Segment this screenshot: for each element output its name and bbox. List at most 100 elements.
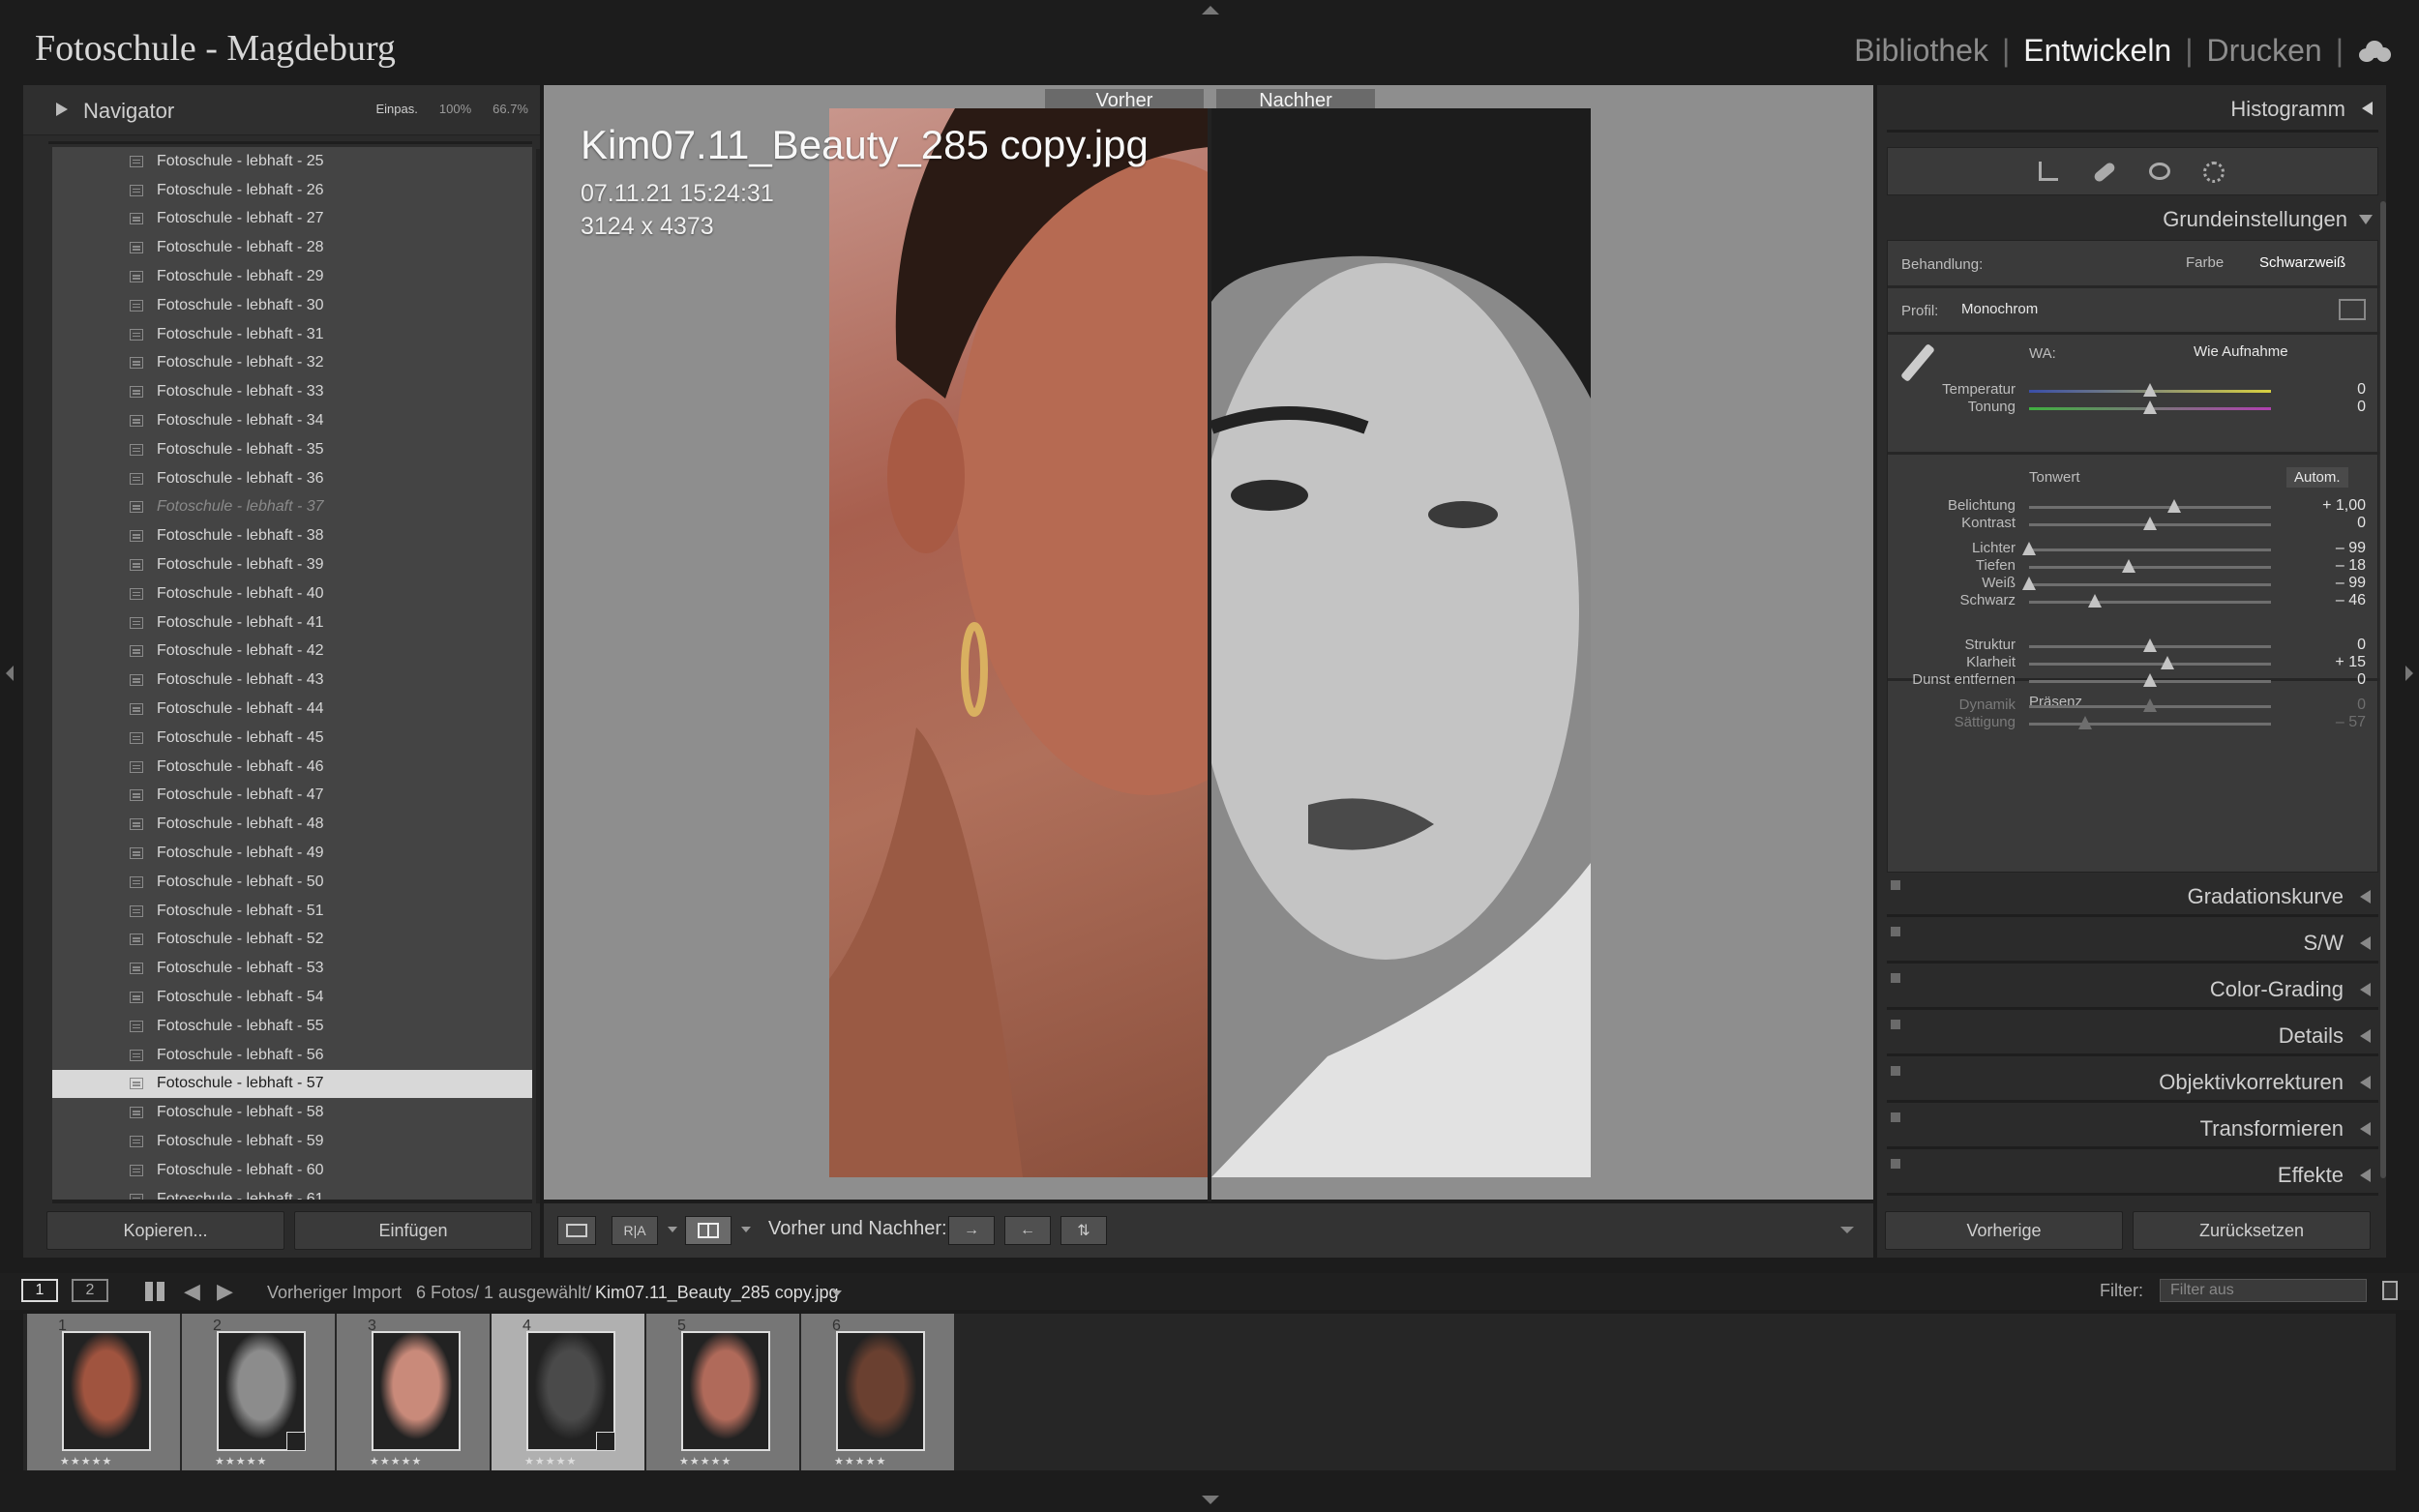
- thumbnail-image[interactable]: [372, 1331, 461, 1451]
- filmstrip-cell[interactable]: 6 ★★★★★: [801, 1314, 954, 1470]
- slider-thumb[interactable]: [2143, 638, 2157, 652]
- slider-thumb[interactable]: [2022, 577, 2036, 590]
- preset-item[interactable]: Fotoschule - lebhaft - 40: [52, 579, 532, 608]
- preset-item[interactable]: Fotoschule - lebhaft - 57: [52, 1069, 532, 1099]
- compare-view-button[interactable]: R|A: [612, 1216, 658, 1245]
- slider-track[interactable]: [2029, 506, 2271, 509]
- slider-thumb[interactable]: [2087, 594, 2102, 608]
- preset-item[interactable]: Fotoschule - lebhaft - 29: [52, 262, 532, 291]
- filmstrip-cell[interactable]: 4 ★★★★★: [492, 1314, 644, 1470]
- current-file[interactable]: Kim07.11_Beauty_285 copy.jpg: [595, 1283, 839, 1303]
- red-eye-icon[interactable]: [2149, 163, 2170, 180]
- previous-button[interactable]: Vorherige: [1885, 1211, 2123, 1250]
- thumbnail-rating[interactable]: ★★★★★: [60, 1455, 112, 1468]
- thumbnail-rating[interactable]: ★★★★★: [524, 1455, 577, 1468]
- back-icon[interactable]: ◀: [184, 1279, 200, 1304]
- thumbnail-rating[interactable]: ★★★★★: [370, 1455, 422, 1468]
- filmstrip-cell[interactable]: 2 ★★★★★: [182, 1314, 335, 1470]
- thumbnail-image[interactable]: [836, 1331, 925, 1451]
- slider-thumb[interactable]: [2022, 542, 2036, 555]
- split-dropdown-icon[interactable]: [741, 1227, 751, 1232]
- section-expand-icon[interactable]: [2360, 1076, 2371, 1089]
- right-scroll-track[interactable]: [2380, 201, 2386, 1178]
- forward-icon[interactable]: ▶: [217, 1279, 233, 1304]
- thumbnail-image[interactable]: [62, 1331, 151, 1451]
- slider-value[interactable]: 0: [2288, 697, 2366, 714]
- preset-item[interactable]: Fotoschule - lebhaft - 33: [52, 377, 532, 406]
- slider-thumb[interactable]: [2167, 499, 2181, 513]
- section-toggle-switch[interactable]: [1891, 927, 1900, 936]
- filter-select[interactable]: Filter aus: [2160, 1279, 2367, 1302]
- filter-lock-icon[interactable]: [2382, 1281, 2398, 1300]
- expand-navigator-icon[interactable]: [56, 103, 68, 116]
- treatment-color-option[interactable]: Farbe: [2186, 254, 2224, 271]
- slider-thumb[interactable]: [2121, 559, 2135, 573]
- section-header[interactable]: S/W: [1887, 921, 2378, 964]
- section-expand-icon[interactable]: [2360, 1122, 2371, 1136]
- preset-item[interactable]: Fotoschule - lebhaft - 55: [52, 1012, 532, 1041]
- section-expand-icon[interactable]: [2360, 983, 2371, 996]
- profile-browser-icon[interactable]: [2339, 299, 2366, 320]
- section-expand-icon[interactable]: [2360, 936, 2371, 950]
- cloud-icon[interactable]: [2357, 40, 2392, 62]
- zoom-fit[interactable]: Einpas.: [376, 102, 418, 116]
- preset-item[interactable]: Fotoschule - lebhaft - 56: [52, 1041, 532, 1070]
- slider-track[interactable]: [2029, 583, 2271, 586]
- basic-collapse-icon[interactable]: [2359, 215, 2373, 224]
- preset-item[interactable]: Fotoschule - lebhaft - 41: [52, 608, 532, 637]
- grid-view-icon[interactable]: [145, 1282, 164, 1301]
- slider-value[interactable]: 0: [2288, 515, 2366, 532]
- loupe-view-button[interactable]: [557, 1216, 596, 1245]
- zoom-100[interactable]: 100%: [439, 102, 471, 116]
- thumbnail-rating[interactable]: ★★★★★: [215, 1455, 267, 1468]
- wb-select[interactable]: Wie Aufnahme: [2194, 343, 2288, 360]
- slider-track[interactable]: [2029, 548, 2271, 551]
- paste-button[interactable]: Einfügen: [294, 1211, 532, 1250]
- current-file-dropdown-icon[interactable]: [832, 1290, 842, 1296]
- screen-2-button[interactable]: 2: [72, 1279, 108, 1302]
- preset-item[interactable]: Fotoschule - lebhaft - 53: [52, 954, 532, 983]
- slider-thumb[interactable]: [2143, 517, 2157, 530]
- slider-value[interactable]: – 18: [2288, 557, 2366, 575]
- preset-item[interactable]: Fotoschule - lebhaft - 58: [52, 1098, 532, 1127]
- after-photo[interactable]: [1211, 108, 1591, 1177]
- section-header[interactable]: Effekte: [1887, 1153, 2378, 1196]
- thumbnail-rating[interactable]: ★★★★★: [679, 1455, 732, 1468]
- auto-tone-button[interactable]: Autom.: [2286, 467, 2348, 488]
- preset-item[interactable]: Fotoschule - lebhaft - 44: [52, 695, 532, 724]
- masking-icon[interactable]: [2203, 162, 2225, 183]
- slider-value[interactable]: + 15: [2288, 654, 2366, 671]
- slider-value[interactable]: – 99: [2288, 540, 2366, 557]
- preset-item[interactable]: Fotoschule - lebhaft - 61: [52, 1185, 532, 1200]
- preset-scroll-track[interactable]: [536, 149, 540, 1203]
- section-toggle-switch[interactable]: [1891, 880, 1900, 890]
- filmstrip-cell[interactable]: 5 ★★★★★: [646, 1314, 799, 1470]
- filmstrip-cell[interactable]: 3 ★★★★★: [337, 1314, 490, 1470]
- preset-item[interactable]: Fotoschule - lebhaft - 48: [52, 810, 532, 839]
- copy-after-to-before-button[interactable]: ←: [1004, 1216, 1051, 1245]
- thumbnail-image[interactable]: [681, 1331, 770, 1451]
- collapse-bottom-icon[interactable]: [1202, 1496, 1219, 1504]
- section-header[interactable]: Transformieren: [1887, 1107, 2378, 1149]
- preset-item[interactable]: Fotoschule - lebhaft - 46: [52, 753, 532, 782]
- slider-value[interactable]: 0: [2288, 381, 2366, 399]
- module-library[interactable]: Bibliothek: [1840, 33, 2002, 69]
- preset-item[interactable]: Fotoschule - lebhaft - 35: [52, 435, 532, 464]
- slider-value[interactable]: 0: [2288, 671, 2366, 689]
- section-header[interactable]: Objektivkorrekturen: [1887, 1060, 2378, 1103]
- healing-icon[interactable]: [2092, 161, 2117, 184]
- copy-button[interactable]: Kopieren...: [46, 1211, 284, 1250]
- section-toggle-switch[interactable]: [1891, 1066, 1900, 1076]
- basic-header[interactable]: Grundeinstellungen: [2163, 207, 2347, 232]
- histogram-header[interactable]: Histogramm: [2230, 97, 2345, 122]
- slider-track[interactable]: [2029, 663, 2271, 666]
- preset-item[interactable]: Fotoschule - lebhaft - 31: [52, 320, 532, 349]
- copy-before-to-after-button[interactable]: →: [948, 1216, 995, 1245]
- preset-item[interactable]: Fotoschule - lebhaft - 25: [52, 147, 532, 176]
- section-header[interactable]: Gradationskurve: [1887, 875, 2378, 917]
- preset-item[interactable]: Fotoschule - lebhaft - 54: [52, 983, 532, 1012]
- section-expand-icon[interactable]: [2360, 1169, 2371, 1182]
- slider-value[interactable]: + 1,00: [2288, 497, 2366, 515]
- slider-track[interactable]: [2029, 723, 2271, 726]
- preset-item[interactable]: Fotoschule - lebhaft - 43: [52, 666, 532, 695]
